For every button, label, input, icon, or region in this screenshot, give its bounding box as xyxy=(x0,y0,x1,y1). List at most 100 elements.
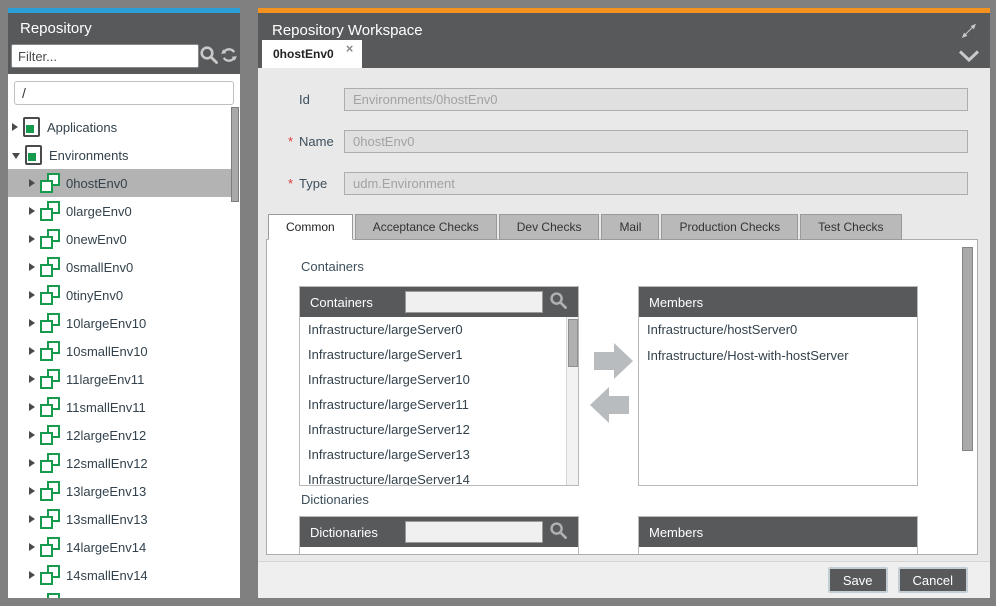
config-tab[interactable]: Production Checks xyxy=(661,214,798,240)
tree-item-environment[interactable]: 10smallEnv10 xyxy=(8,337,231,365)
cancel-button[interactable]: Cancel xyxy=(898,567,968,593)
tree-item-environment[interactable]: 14largeEnv14 xyxy=(8,533,231,561)
tab-close-icon[interactable]: × xyxy=(346,44,354,54)
tree-item-environment[interactable]: 12smallEnv12 xyxy=(8,449,231,477)
tree-item-label: Applications xyxy=(47,120,117,135)
expand-arrow-icon[interactable] xyxy=(29,487,35,495)
name-field[interactable] xyxy=(344,130,968,153)
available-container-item[interactable]: Infrastructure/largeServer11 xyxy=(300,392,578,417)
tree-item-applications[interactable]: Applications xyxy=(8,113,231,141)
containers-picker: Containers Infrastructure/largeServer0In… xyxy=(299,286,579,486)
collapse-arrow-icon[interactable] xyxy=(12,153,20,159)
tree-item-environment[interactable]: 0newEnv0 xyxy=(8,225,231,253)
expand-arrow-icon[interactable] xyxy=(29,403,35,411)
expand-arrow-icon[interactable] xyxy=(29,375,35,383)
config-tab-bar: CommonAcceptance ChecksDev ChecksMailPro… xyxy=(268,214,990,240)
id-field[interactable] xyxy=(344,88,968,111)
containers-list-scrollbar-thumb[interactable] xyxy=(568,319,578,367)
config-tab[interactable]: Dev Checks xyxy=(499,214,600,240)
search-button[interactable] xyxy=(199,45,219,68)
expand-arrow-icon[interactable] xyxy=(12,123,18,131)
expand-arrow-icon[interactable] xyxy=(29,347,35,355)
available-container-item[interactable]: Infrastructure/largeServer13 xyxy=(300,442,578,467)
expand-arrow-icon[interactable] xyxy=(29,235,35,243)
environment-icon xyxy=(40,453,60,474)
maximize-icon[interactable] xyxy=(958,20,980,47)
required-asterisk: * xyxy=(288,134,299,149)
expand-arrow-icon[interactable] xyxy=(29,571,35,579)
expand-arrow-icon[interactable] xyxy=(29,543,35,551)
config-tab[interactable]: Acceptance Checks xyxy=(355,214,497,240)
expand-arrow-icon[interactable] xyxy=(29,207,35,215)
tree-item-environment[interactable]: 10largeEnv10 xyxy=(8,309,231,337)
tree-item-environment[interactable]: 0largeEnv0 xyxy=(8,197,231,225)
environment-icon xyxy=(40,313,60,334)
expand-arrow-icon[interactable] xyxy=(29,179,35,187)
tree-item-label: 0smallEnv0 xyxy=(66,260,133,275)
expand-arrow-icon[interactable] xyxy=(29,459,35,467)
tree-item-label: 0tinyEnv0 xyxy=(66,288,123,303)
config-tab[interactable]: Test Checks xyxy=(800,214,901,240)
tree-item-environment[interactable]: 11largeEnv11 xyxy=(8,365,231,393)
member-item[interactable]: Infrastructure/Host-with-hostServer xyxy=(639,343,917,369)
tree-item-environment[interactable]: 13smallEnv13 xyxy=(8,505,231,533)
containers-search-button[interactable] xyxy=(547,291,570,314)
move-right-icon xyxy=(594,343,633,379)
tree-item-environments[interactable]: Environments xyxy=(8,141,231,169)
tree-item-label: 0newEnv0 xyxy=(66,232,127,247)
available-container-item[interactable]: Infrastructure/largeServer1 xyxy=(300,342,578,367)
expand-arrow-icon[interactable] xyxy=(29,431,35,439)
repository-tree: Applications Environments 0hostEnv0 0lar… xyxy=(8,113,240,598)
containers-search-input[interactable] xyxy=(405,291,543,313)
config-tab[interactable]: Mail xyxy=(601,214,659,240)
tree-item-environment[interactable]: 15largeEnv15 xyxy=(8,589,231,598)
refresh-button[interactable] xyxy=(219,45,239,68)
available-dictionary-item[interactable]: Environments/PlaceholderDictionary xyxy=(300,547,578,555)
environment-icon xyxy=(40,425,60,446)
workspace-panel: Repository Workspace 0hostEnv0 × * Id xyxy=(258,8,990,598)
config-tab[interactable]: Common xyxy=(268,214,353,240)
move-left-icon xyxy=(590,387,629,423)
environment-icon xyxy=(40,593,60,599)
expand-arrow-icon[interactable] xyxy=(29,515,35,523)
members-header: Members xyxy=(639,517,917,547)
tree-item-label: 14largeEnv14 xyxy=(66,540,146,555)
tree-item-label: 12smallEnv12 xyxy=(66,456,148,471)
expand-arrow-icon[interactable] xyxy=(29,263,35,271)
available-container-item[interactable]: Infrastructure/largeServer0 xyxy=(300,317,578,342)
expand-arrow-icon[interactable] xyxy=(29,291,35,299)
path-input[interactable] xyxy=(14,81,234,105)
tree-item-environment[interactable]: 0tinyEnv0 xyxy=(8,281,231,309)
tree-scrollbar-thumb[interactable] xyxy=(231,107,239,202)
available-container-item[interactable]: Infrastructure/largeServer12 xyxy=(300,417,578,442)
dictionaries-search-button[interactable] xyxy=(547,521,570,544)
environment-icon xyxy=(40,285,60,306)
available-container-item[interactable]: Infrastructure/largeServer14 xyxy=(300,467,578,486)
tree-item-environment[interactable]: 12largeEnv12 xyxy=(8,421,231,449)
refresh-icon xyxy=(219,45,239,68)
tree-item-environment[interactable]: 13largeEnv13 xyxy=(8,477,231,505)
member-item[interactable]: Infrastructure/hostServer0 xyxy=(639,317,917,343)
tree-item-environment[interactable]: 0smallEnv0 xyxy=(8,253,231,281)
type-field[interactable] xyxy=(344,172,968,195)
dictionaries-picker-header: Dictionaries xyxy=(300,517,578,547)
expand-arrow-icon[interactable] xyxy=(29,319,35,327)
available-container-item[interactable]: Infrastructure/largeServer10 xyxy=(300,367,578,392)
field-label: * Type xyxy=(288,176,344,191)
workspace-title: Repository Workspace xyxy=(272,22,423,39)
environment-icon xyxy=(40,565,60,586)
tree-item-environment[interactable]: 14smallEnv14 xyxy=(8,561,231,589)
workspace-tab[interactable]: 0hostEnv0 × xyxy=(262,40,362,68)
tree-item-environment[interactable]: 11smallEnv11 xyxy=(8,393,231,421)
filter-input[interactable] xyxy=(11,44,199,68)
save-button[interactable]: Save xyxy=(828,567,888,593)
dictionaries-search-input[interactable] xyxy=(405,521,543,543)
content-scrollbar-thumb[interactable] xyxy=(962,247,973,451)
tree-item-environment[interactable]: 0hostEnv0 xyxy=(8,169,231,197)
collapse-chevron-icon[interactable] xyxy=(957,49,981,68)
tree-item-label: 11smallEnv11 xyxy=(66,400,146,415)
containers-list-scrollbar[interactable] xyxy=(566,317,578,485)
required-asterisk: * xyxy=(288,176,299,191)
repository-panel: Repository xyxy=(8,8,240,598)
tree-item-label: 0largeEnv0 xyxy=(66,204,132,219)
